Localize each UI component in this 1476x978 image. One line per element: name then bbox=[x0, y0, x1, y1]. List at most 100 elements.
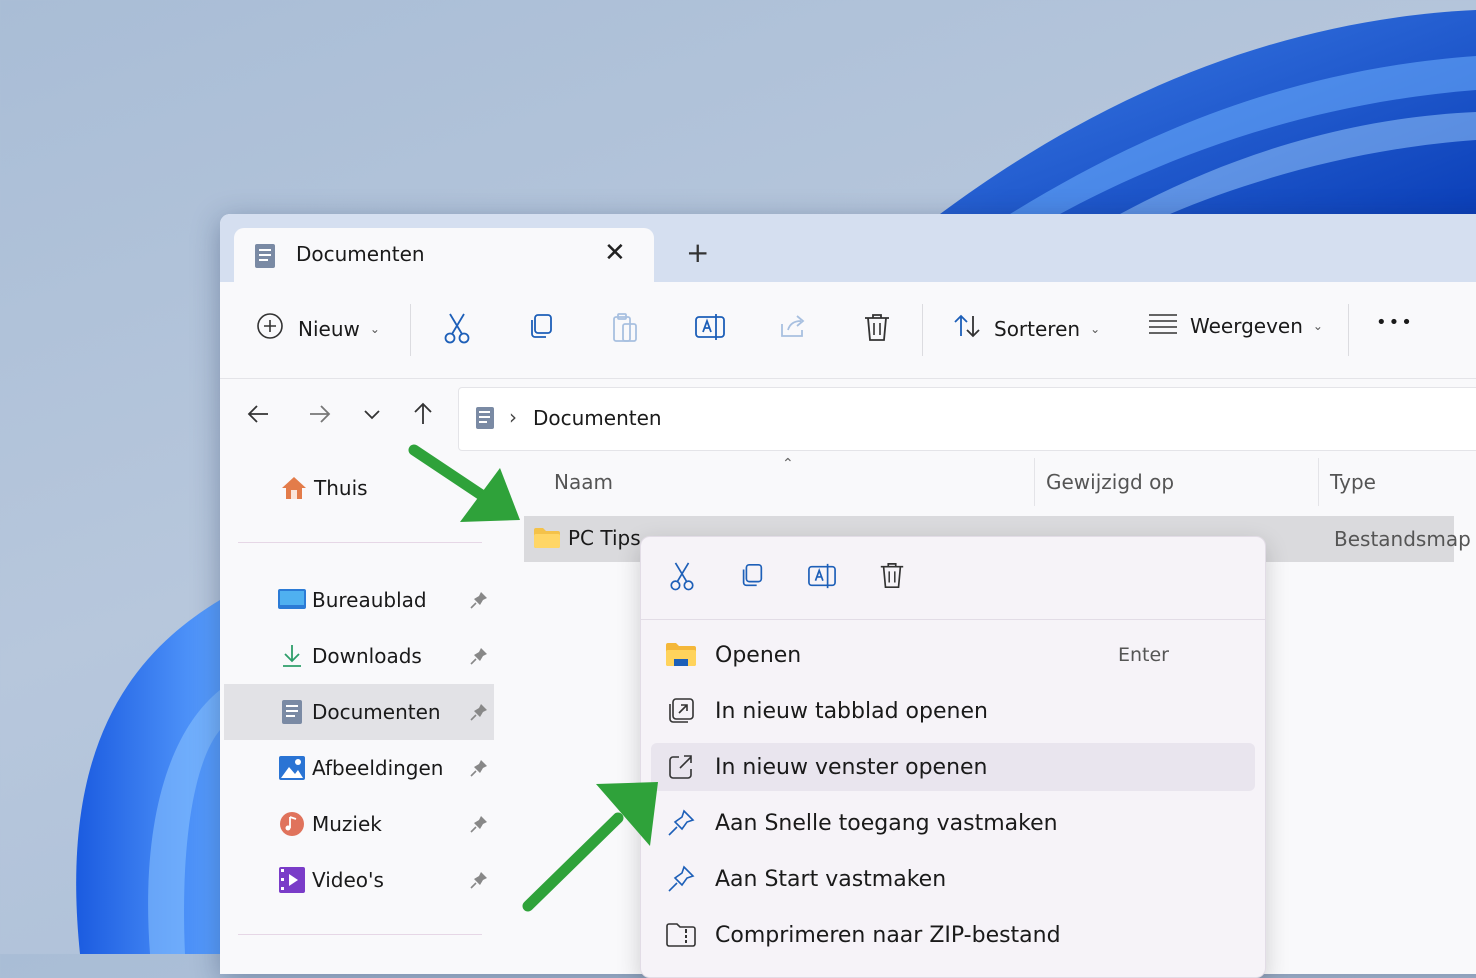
scissors-icon bbox=[668, 561, 696, 595]
chevron-down-icon: ⌄ bbox=[1090, 321, 1101, 336]
sidebar-item-videos[interactable]: Video's bbox=[224, 852, 494, 908]
zip-folder-icon bbox=[665, 919, 697, 951]
pin-icon[interactable] bbox=[470, 646, 488, 670]
chevron-down-icon: ⌄ bbox=[369, 321, 380, 336]
sort-arrows-icon bbox=[952, 312, 982, 345]
clipboard-icon bbox=[610, 312, 640, 349]
menu-item-open-new-tab[interactable]: In nieuw tabblad openen bbox=[651, 687, 1255, 735]
copy-icon bbox=[526, 312, 556, 347]
new-button[interactable]: Nieuw ⌄ bbox=[256, 312, 380, 345]
pin-icon[interactable] bbox=[470, 758, 488, 782]
rename-button[interactable] bbox=[694, 312, 726, 347]
file-type: Bestandsmap bbox=[1334, 527, 1471, 551]
column-divider[interactable] bbox=[1034, 458, 1035, 506]
sidebar-item-label: Bureaublad bbox=[312, 588, 427, 612]
toolbar-divider bbox=[1348, 304, 1349, 356]
share-icon bbox=[778, 312, 808, 347]
delete-button[interactable] bbox=[862, 312, 892, 349]
view-button[interactable]: Weergeven ⌄ bbox=[1148, 312, 1323, 339]
desktop-icon bbox=[278, 586, 306, 614]
tab-documenten[interactable]: Documenten ✕ bbox=[234, 228, 654, 282]
sidebar-item-label: Video's bbox=[312, 868, 384, 892]
annotation-arrow bbox=[408, 444, 520, 522]
sidebar-item-downloads[interactable]: Downloads bbox=[224, 628, 494, 684]
sidebar-item-music[interactable]: Muziek bbox=[224, 796, 494, 852]
context-cut-button[interactable] bbox=[665, 561, 699, 595]
column-header-type[interactable]: Type bbox=[1330, 470, 1376, 494]
navigation-row: › Documenten bbox=[220, 379, 1476, 451]
rename-icon bbox=[807, 562, 837, 594]
open-in-new-window-icon bbox=[665, 751, 697, 783]
cut-button[interactable] bbox=[442, 312, 472, 349]
new-tab-button[interactable]: + bbox=[686, 238, 709, 268]
close-tab-button[interactable]: ✕ bbox=[604, 238, 626, 268]
menu-item-label: In nieuw venster openen bbox=[715, 754, 988, 780]
new-label: Nieuw bbox=[298, 316, 360, 341]
sidebar-item-label: Muziek bbox=[312, 812, 382, 836]
back-arrow-icon[interactable] bbox=[246, 401, 272, 433]
menu-item-label: In nieuw tabblad openen bbox=[715, 698, 988, 724]
home-icon bbox=[280, 474, 308, 502]
context-delete-button[interactable] bbox=[875, 561, 909, 595]
command-bar: Nieuw ⌄ Sorteren ⌄ Weergeven ⌄ ••• bbox=[220, 282, 1476, 379]
menu-item-shortcut: Enter bbox=[1118, 644, 1169, 666]
share-button[interactable] bbox=[778, 312, 808, 347]
list-view-icon bbox=[1148, 312, 1178, 339]
chevron-down-icon: ⌄ bbox=[1312, 318, 1323, 333]
pin-icon[interactable] bbox=[470, 702, 488, 726]
pin-icon[interactable] bbox=[470, 590, 488, 614]
sort-label: Sorteren bbox=[994, 316, 1081, 341]
pin-icon bbox=[665, 863, 697, 895]
open-in-new-tab-icon bbox=[665, 695, 697, 727]
toolbar-divider bbox=[410, 304, 411, 356]
scissors-icon bbox=[442, 312, 472, 349]
sort-button[interactable]: Sorteren ⌄ bbox=[952, 312, 1100, 345]
pin-icon[interactable] bbox=[470, 870, 488, 894]
menu-item-label: Openen bbox=[715, 642, 802, 668]
menu-item-label: Aan Start vastmaken bbox=[715, 866, 947, 892]
pin-icon[interactable] bbox=[470, 814, 488, 838]
file-name: PC Tips bbox=[568, 526, 641, 550]
sidebar-item-label: Thuis bbox=[314, 476, 368, 500]
sidebar-divider bbox=[238, 542, 482, 543]
menu-item-compress-zip[interactable]: Comprimeren naar ZIP-bestand bbox=[651, 911, 1255, 959]
menu-item-pin-quick-access[interactable]: Aan Snelle toegang vastmaken bbox=[651, 799, 1255, 847]
forward-arrow-icon[interactable] bbox=[306, 401, 332, 433]
pictures-icon bbox=[278, 754, 306, 782]
menu-item-open[interactable]: Openen Enter bbox=[651, 631, 1255, 679]
sidebar-item-documents[interactable]: Documenten bbox=[224, 684, 494, 740]
column-divider[interactable] bbox=[1318, 458, 1319, 506]
context-menu: Openen Enter In nieuw tabblad openen In … bbox=[640, 536, 1266, 978]
tab-bar: Documenten ✕ + bbox=[220, 214, 1476, 282]
video-icon bbox=[278, 866, 306, 894]
menu-item-open-new-window[interactable]: In nieuw venster openen bbox=[651, 743, 1255, 791]
recent-locations-icon[interactable] bbox=[362, 401, 382, 433]
document-icon bbox=[475, 406, 495, 434]
context-quick-actions bbox=[641, 537, 1265, 620]
view-label: Weergeven bbox=[1190, 313, 1303, 338]
annotation-arrow bbox=[522, 782, 658, 912]
trash-icon bbox=[878, 561, 906, 595]
column-header-modified[interactable]: Gewijzigd op bbox=[1046, 470, 1174, 494]
sidebar-item-pictures[interactable]: Afbeeldingen bbox=[224, 740, 494, 796]
copy-button[interactable] bbox=[526, 312, 556, 347]
sidebar-item-label: Afbeeldingen bbox=[312, 756, 444, 780]
address-bar[interactable]: › Documenten bbox=[458, 387, 1476, 451]
music-icon bbox=[278, 810, 306, 838]
breadcrumb-separator: › bbox=[509, 405, 517, 429]
column-header-name[interactable]: Naam bbox=[554, 470, 613, 494]
menu-item-pin-start[interactable]: Aan Start vastmaken bbox=[651, 855, 1255, 903]
rename-icon bbox=[694, 312, 726, 347]
paste-button[interactable] bbox=[610, 312, 640, 349]
up-arrow-icon[interactable] bbox=[410, 401, 436, 433]
sidebar-item-desktop[interactable]: Bureaublad bbox=[224, 572, 494, 628]
breadcrumb-documenten[interactable]: Documenten bbox=[533, 406, 662, 430]
context-copy-button[interactable] bbox=[735, 561, 769, 595]
context-rename-button[interactable] bbox=[805, 561, 839, 595]
download-icon bbox=[278, 642, 306, 670]
add-circle-icon bbox=[256, 312, 284, 345]
trash-icon bbox=[862, 312, 892, 349]
sidebar-divider bbox=[238, 934, 482, 935]
more-options-button[interactable]: ••• bbox=[1376, 312, 1414, 333]
document-icon bbox=[254, 243, 276, 273]
